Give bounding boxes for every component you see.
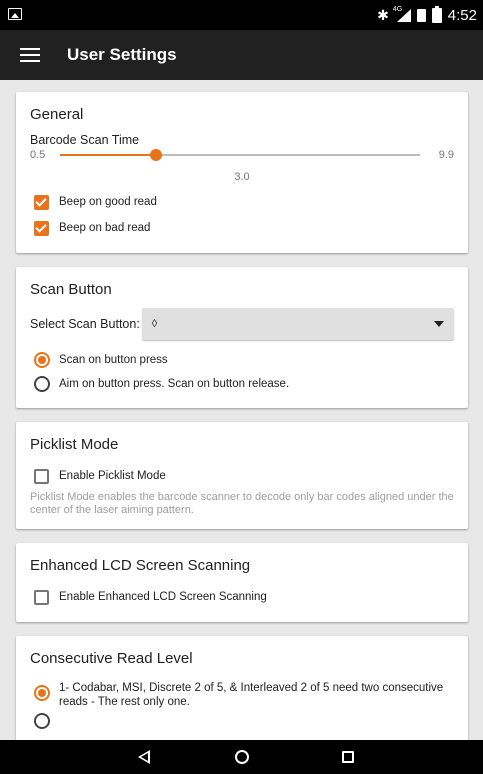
consecutive-read-title: Consecutive Read Level <box>30 650 193 667</box>
bluetooth-icon: ✱ <box>377 6 389 23</box>
scan-on-release-option[interactable]: Aim on button press. Scan on button rele… <box>30 372 454 396</box>
scan-button-title: Scan Button <box>30 281 112 298</box>
scan-time-slider-row: 0.5 9.9 <box>30 149 454 161</box>
beep-good-read-option[interactable]: Beep on good read <box>30 189 454 215</box>
scan-time-value: 3.0 <box>234 171 250 183</box>
beep-good-read-checkbox[interactable] <box>34 194 49 210</box>
enable-lcd-option[interactable]: Enable Enhanced LCD Screen Scanning <box>30 584 454 610</box>
scan-on-release-radio[interactable] <box>34 376 50 392</box>
enable-picklist-checkbox[interactable] <box>34 468 49 484</box>
scan-on-press-radio[interactable] <box>34 352 50 368</box>
signal-icon: 4G <box>392 6 411 22</box>
home-icon[interactable] <box>235 750 249 764</box>
dropdown-arrow-icon <box>434 321 444 327</box>
scan-time-max: 9.9 <box>438 149 454 161</box>
scan-time-label: Barcode Scan Time <box>30 133 140 147</box>
general-card: General Barcode Scan Time 0.5 9.9 3.0 Be… <box>16 92 468 253</box>
scan-time-min: 0.5 <box>30 149 46 161</box>
beep-bad-read-checkbox[interactable] <box>34 220 49 236</box>
enable-lcd-label: Enable Enhanced LCD Screen Scanning <box>59 591 267 603</box>
enable-picklist-label: Enable Picklist Mode <box>59 470 166 482</box>
status-time: 4:52 <box>447 6 477 24</box>
consecutive-read-card: Consecutive Read Level 1- Codabar, MSI, … <box>16 636 468 740</box>
beep-bad-read-option[interactable]: Beep on bad read <box>30 215 454 241</box>
scan-time-slider-thumb[interactable] <box>149 149 162 161</box>
enable-lcd-checkbox[interactable] <box>34 589 49 605</box>
battery-icon <box>431 5 442 23</box>
back-icon[interactable] <box>138 750 150 764</box>
picklist-description: Picklist Mode enables the barcode scanne… <box>30 491 454 516</box>
scan-on-press-label: Scan on button press <box>59 354 168 366</box>
app-bar: User Settings <box>0 30 483 80</box>
consecutive-read-option-1-label: 1- Codabar, MSI, Discrete 2 of 5, & Inte… <box>59 682 444 708</box>
select-scan-button-label: Select Scan Button: <box>30 317 140 331</box>
scan-time-slider-fill <box>60 154 156 156</box>
consecutive-read-option-1[interactable]: 1- Codabar, MSI, Discrete 2 of 5, & Inte… <box>30 677 454 709</box>
page-title: User Settings <box>67 45 177 64</box>
menu-icon[interactable] <box>20 48 40 62</box>
settings-list[interactable]: General Barcode Scan Time 0.5 9.9 3.0 Be… <box>0 80 483 740</box>
scan-on-release-label: Aim on button press. Scan on button rele… <box>59 378 290 390</box>
lcd-title: Enhanced LCD Screen Scanning <box>30 557 251 574</box>
navigation-bar <box>0 740 483 774</box>
recents-icon[interactable] <box>342 751 354 763</box>
status-icons: ✱ 4G 4:52 <box>377 0 477 30</box>
scan-button-select-row: Select Scan Button: ◊ <box>30 308 454 340</box>
network-type: 4G <box>392 6 403 13</box>
image-notification-icon <box>8 8 22 20</box>
beep-bad-read-label: Beep on bad read <box>59 222 151 234</box>
scan-button-dropdown[interactable]: ◊ <box>141 308 454 340</box>
picklist-card: Picklist Mode Enable Picklist Mode Pickl… <box>16 422 468 529</box>
picklist-title: Picklist Mode <box>30 436 119 453</box>
scan-on-press-option[interactable]: Scan on button press <box>30 348 454 372</box>
status-bar: ✱ 4G 4:52 <box>0 0 483 30</box>
consecutive-read-option-2-radio[interactable] <box>34 713 50 729</box>
scan-button-selected-value: ◊ <box>151 318 158 330</box>
consecutive-read-option-2[interactable] <box>30 709 454 733</box>
consecutive-read-option-1-radio[interactable] <box>34 685 50 701</box>
general-title: General <box>30 106 84 123</box>
lcd-card: Enhanced LCD Screen Scanning Enable Enha… <box>16 543 468 622</box>
sim-icon <box>416 8 426 22</box>
beep-good-read-label: Beep on good read <box>59 196 157 208</box>
enable-picklist-option[interactable]: Enable Picklist Mode <box>30 463 454 489</box>
scan-button-card: Scan Button Select Scan Button: ◊ Scan o… <box>16 267 468 408</box>
scan-time-slider[interactable] <box>60 149 420 161</box>
